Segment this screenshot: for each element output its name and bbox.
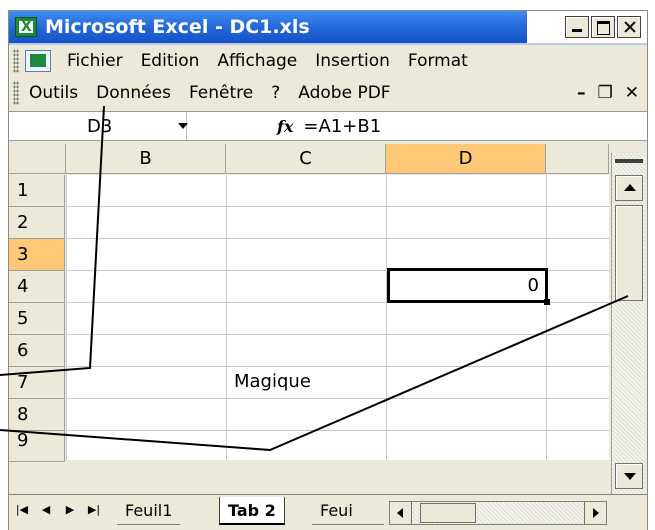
- scroll-right-button[interactable]: [584, 502, 606, 524]
- column-header-c[interactable]: C: [226, 144, 386, 174]
- toolbar-grip[interactable]: [13, 81, 19, 105]
- previous-sheet-button[interactable]: ◀: [37, 503, 55, 516]
- menu-fichier[interactable]: Fichier: [63, 51, 132, 71]
- menu-bar-row1: Fichier Edition Affichage Insertion Form…: [9, 45, 647, 77]
- excel-window: Microsoft Excel - DC1.xls Fichier Editio…: [8, 10, 648, 530]
- insert-function-icon[interactable]: fx: [277, 117, 293, 136]
- next-sheet-button[interactable]: ▶: [61, 503, 79, 516]
- close-button[interactable]: [617, 16, 641, 38]
- menu-edition[interactable]: Edition: [132, 51, 209, 71]
- window-title: Microsoft Excel - DC1.xls: [45, 16, 310, 38]
- doc-restore-button[interactable]: ❐: [598, 83, 613, 103]
- column-header-e[interactable]: [546, 144, 609, 174]
- menu-insertion[interactable]: Insertion: [306, 51, 399, 71]
- active-cell-d3[interactable]: 0: [387, 268, 550, 305]
- scroll-left-button[interactable]: [390, 502, 412, 524]
- vertical-scroll-thumb[interactable]: [615, 205, 643, 301]
- row-header-6[interactable]: 6: [9, 335, 65, 367]
- formula-input[interactable]: =A1+B1: [303, 116, 381, 137]
- split-handle[interactable]: [615, 159, 643, 163]
- scroll-up-button[interactable]: [615, 175, 643, 201]
- select-all-corner[interactable]: [9, 144, 66, 174]
- document-controls: – ❐ ✕: [577, 83, 647, 103]
- row-header-7[interactable]: 7: [9, 367, 65, 399]
- row-header-3[interactable]: 3: [9, 239, 65, 271]
- doc-close-button[interactable]: ✕: [625, 83, 639, 103]
- sheet-navigation: |◀ ◀ ▶ ▶|: [13, 503, 103, 516]
- window-controls: [565, 16, 641, 38]
- sheet-tab-feuil[interactable]: Feui: [312, 497, 384, 525]
- menu-help[interactable]: ?: [262, 83, 289, 103]
- menu-fenetre[interactable]: Fenêtre: [180, 83, 262, 103]
- scroll-down-button[interactable]: [615, 463, 643, 489]
- row-header-1[interactable]: 1: [9, 175, 65, 207]
- cell-c6[interactable]: Magique: [234, 366, 311, 398]
- column-header-d[interactable]: D: [386, 144, 546, 174]
- chevron-down-icon[interactable]: [178, 123, 188, 129]
- row-header-8[interactable]: 8: [9, 399, 65, 431]
- sheet-tab-feuil1[interactable]: Feuil1: [117, 497, 181, 525]
- name-box[interactable]: D3: [9, 112, 188, 140]
- sheet-tab-tab2[interactable]: Tab 2: [219, 497, 285, 525]
- column-header-b[interactable]: B: [66, 144, 226, 174]
- menu-adobe-pdf[interactable]: Adobe PDF: [289, 83, 399, 103]
- excel-app-icon[interactable]: [15, 17, 37, 37]
- cell-d3-value: 0: [527, 275, 539, 296]
- sheet-tab-bar: |◀ ◀ ▶ ▶| Feuil1 Tab 2 Feui: [9, 494, 647, 530]
- row-header-4[interactable]: 4: [9, 271, 65, 303]
- cell-area[interactable]: [66, 175, 609, 460]
- row-header-9[interactable]: 9: [9, 431, 65, 462]
- menu-bar-row2: Outils Données Fenêtre ? Adobe PDF – ❐ ✕: [9, 77, 647, 109]
- horizontal-scrollbar[interactable]: [389, 501, 607, 525]
- doc-minimize-button[interactable]: –: [577, 83, 586, 103]
- menu-outils[interactable]: Outils: [25, 83, 87, 103]
- vertical-scrollbar[interactable]: [611, 153, 645, 494]
- title-bar[interactable]: Microsoft Excel - DC1.xls: [9, 11, 647, 45]
- row-header-5[interactable]: 5: [9, 303, 65, 335]
- fill-handle[interactable]: [544, 299, 550, 305]
- last-sheet-button[interactable]: ▶|: [85, 503, 103, 516]
- maximize-button[interactable]: [591, 16, 615, 38]
- row-header-2[interactable]: 2: [9, 207, 65, 239]
- formula-bar: D3 fx =A1+B1: [9, 111, 647, 141]
- minimize-button[interactable]: [565, 16, 589, 38]
- name-box-value: D3: [87, 115, 113, 137]
- worksheet-icon[interactable]: [25, 50, 51, 72]
- horizontal-scroll-thumb[interactable]: [420, 503, 476, 523]
- menu-affichage[interactable]: Affichage: [208, 51, 306, 71]
- toolbar-grip[interactable]: [13, 49, 19, 73]
- menu-donnees[interactable]: Données: [87, 83, 180, 103]
- first-sheet-button[interactable]: |◀: [13, 503, 31, 516]
- menu-format[interactable]: Format: [399, 51, 477, 71]
